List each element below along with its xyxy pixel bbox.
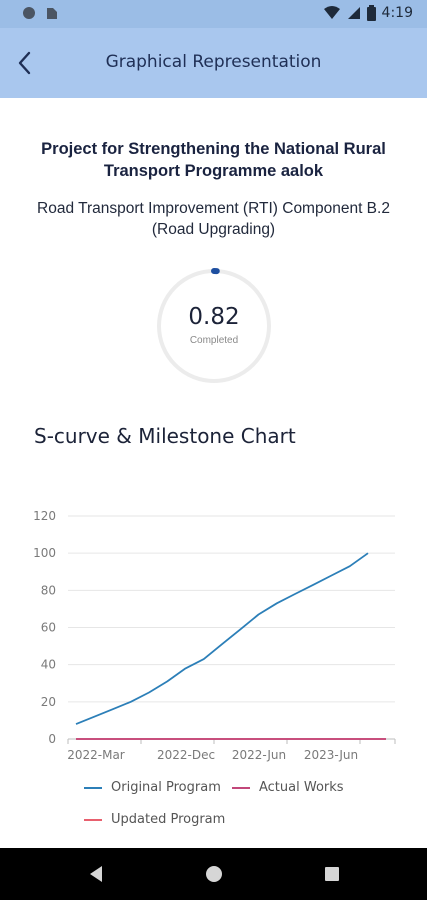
progress-label: Completed (189, 335, 239, 346)
x-tick-label: 2022-Dec (157, 748, 215, 762)
status-right-icons: 4:19 (323, 5, 413, 21)
legend-item-actual-works[interactable]: Actual Works (232, 780, 344, 795)
y-tick-label: 60 (41, 621, 56, 635)
status-left-icons (22, 6, 58, 20)
legend-label-updated: Updated Program (111, 812, 226, 827)
x-tick-label: 2022-Mar (67, 748, 125, 762)
status-bar: 4:19 (0, 0, 427, 28)
y-tick-label: 0 (48, 732, 56, 746)
legend-swatch-updated (84, 818, 102, 821)
project-title: Project for Strengthening the National R… (41, 140, 386, 180)
home-circle-icon (206, 866, 222, 882)
legend-swatch-original (84, 786, 102, 789)
legend-swatch-actual (232, 786, 250, 789)
y-tick-label: 80 (41, 583, 56, 597)
y-tick-label: 100 (33, 546, 56, 560)
nav-recents-button[interactable] (320, 862, 344, 886)
x-tick-label: 2022-Jun (232, 748, 286, 762)
legend-label-actual: Actual Works (259, 780, 344, 795)
page-title: Graphical Representation (105, 52, 322, 72)
progress-value: 0.82 (188, 304, 240, 330)
legend-item-original-program[interactable]: Original Program (84, 780, 221, 795)
chart-heading: S-curve & Milestone Chart (34, 424, 296, 448)
component-title: Road Transport Improvement (RTI) Compone… (37, 200, 390, 238)
sim-icon (47, 8, 57, 19)
y-tick-label: 20 (41, 695, 56, 709)
legend-item-updated-program[interactable]: Updated Program (84, 812, 225, 827)
system-nav-bar (0, 848, 427, 900)
series-line-original-program (75, 552, 369, 725)
circle-icon (23, 7, 35, 19)
battery-icon (366, 5, 376, 21)
s-curve-chart: 0 20 40 60 80 100 120 2022-Mar 2022-Dec 2022-Jun 2… (33, 509, 396, 762)
y-tick-label: 40 (41, 658, 56, 672)
app-bar: Graphical Representation (0, 28, 427, 98)
nav-home-button[interactable] (202, 862, 226, 886)
recents-square-icon (325, 867, 339, 881)
wifi-icon (323, 6, 340, 19)
status-time: 4:19 (381, 5, 413, 21)
signal-icon (347, 7, 360, 19)
x-tick-label: 2023-Jun (304, 748, 358, 762)
back-triangle-icon (90, 866, 102, 882)
legend-label-original: Original Program (111, 780, 221, 795)
y-tick-label: 120 (33, 509, 56, 523)
nav-back-button[interactable] (84, 862, 108, 886)
